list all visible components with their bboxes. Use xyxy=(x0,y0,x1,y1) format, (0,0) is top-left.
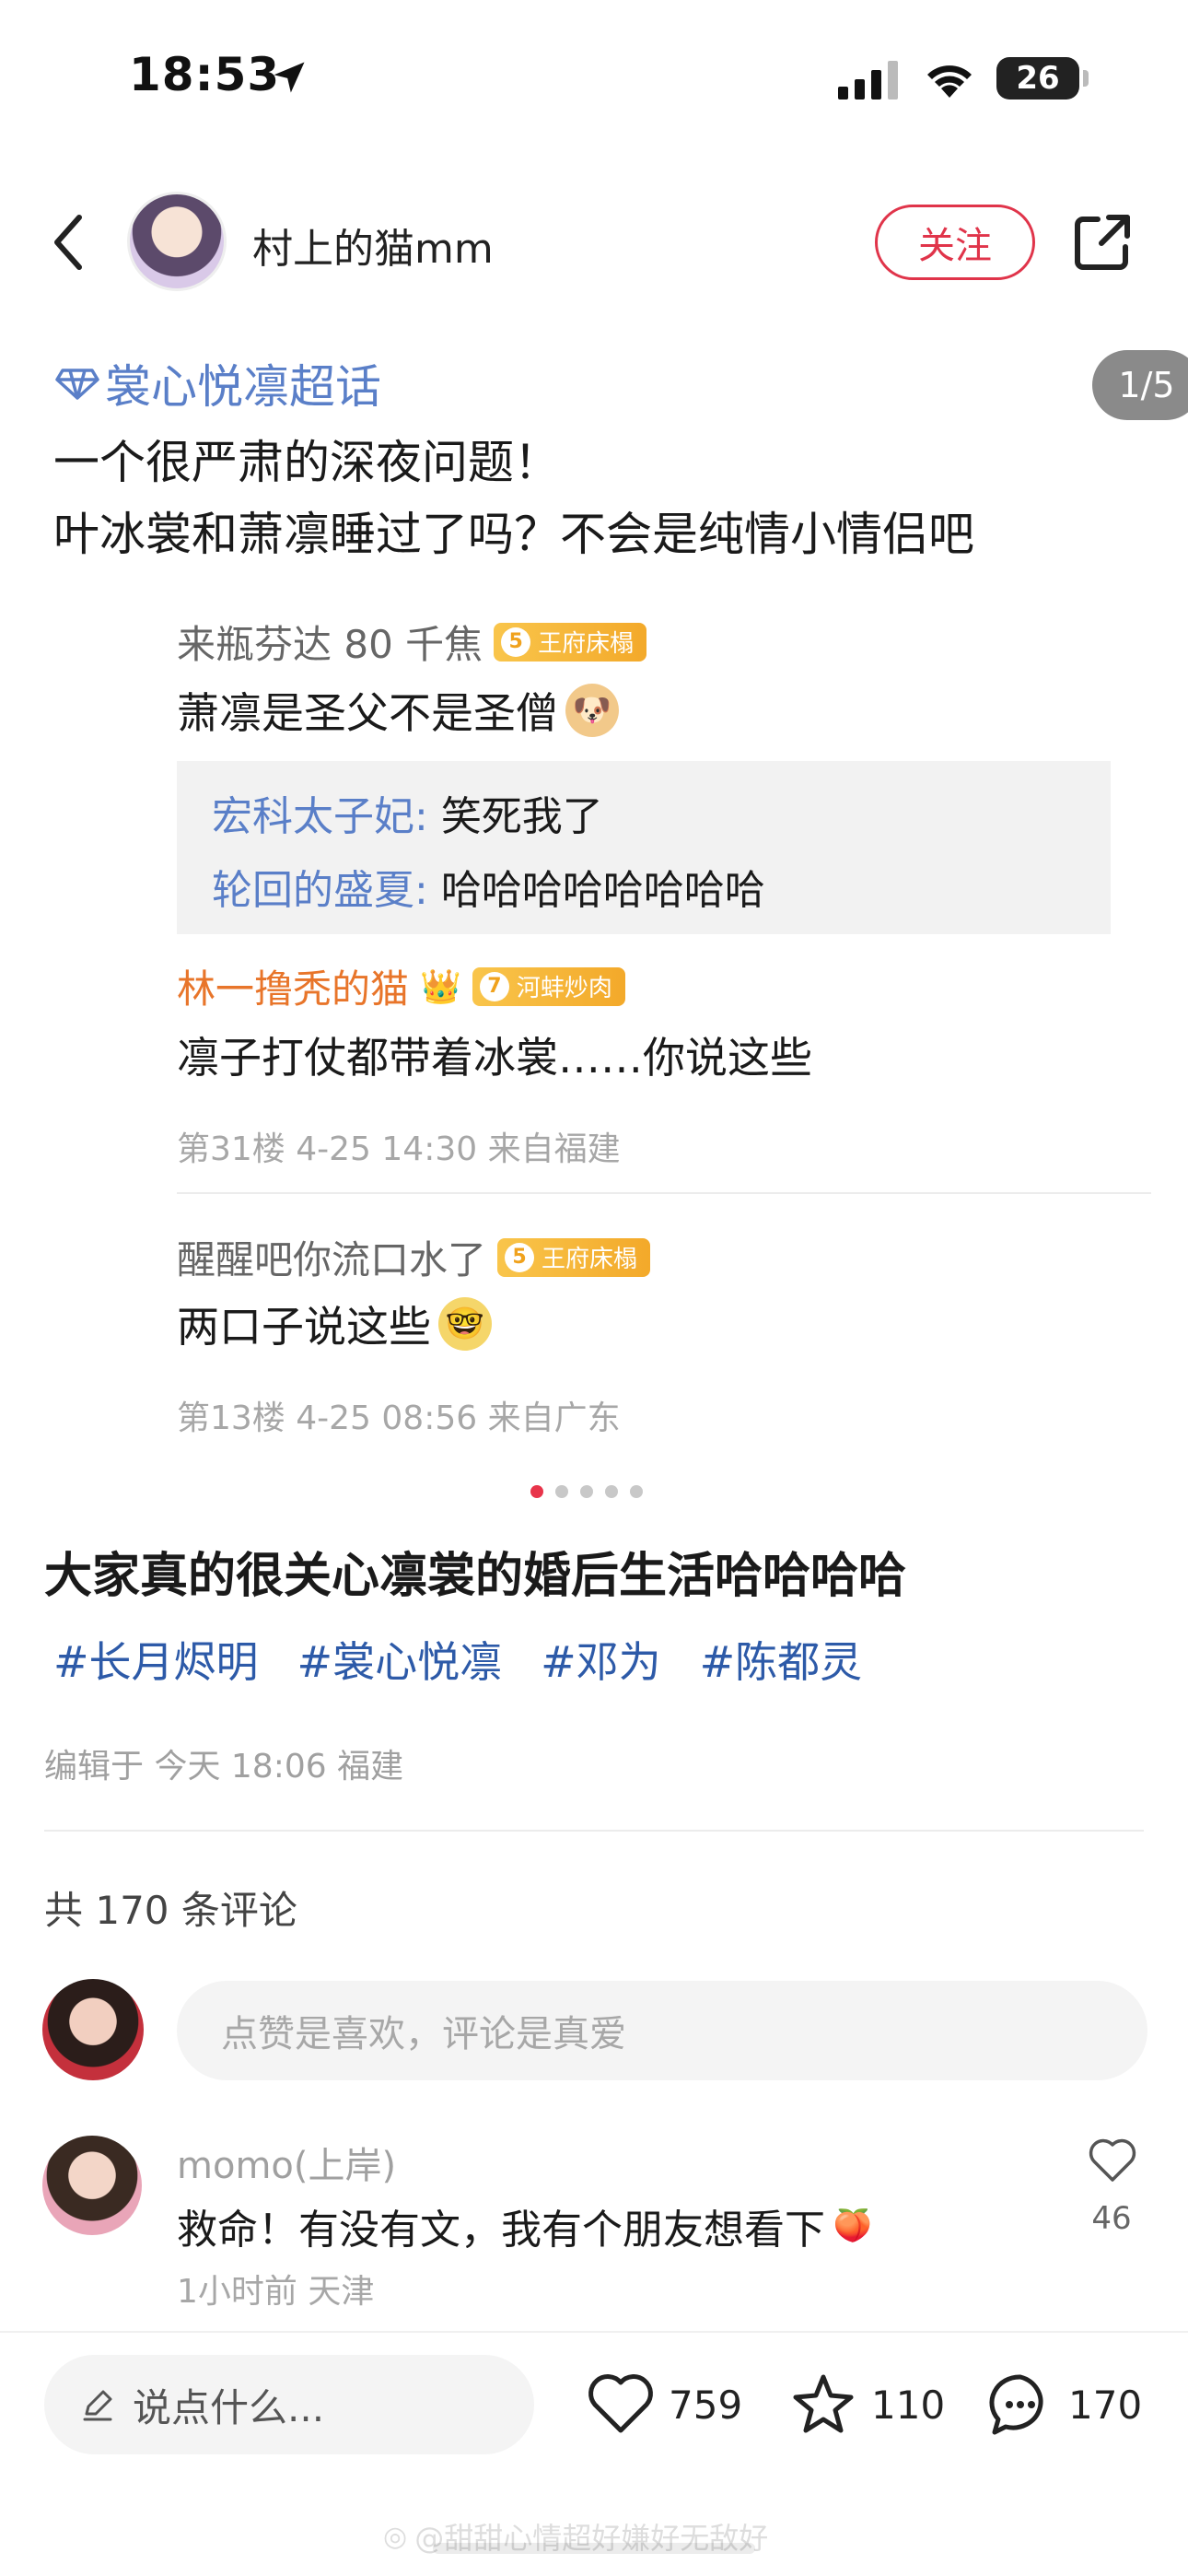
comment-like-count: 46 xyxy=(1091,2200,1132,2237)
wifi-icon xyxy=(927,65,972,98)
reply-text: 哈哈哈哈哈哈哈哈 xyxy=(440,867,765,914)
cellular-signal-icon xyxy=(838,61,898,100)
fan-level-number: 5 xyxy=(505,1242,535,1272)
carousel-dot xyxy=(630,1485,643,1498)
say-something-input[interactable]: 说点什么... xyxy=(44,2355,534,2454)
user-avatar xyxy=(42,1979,144,2080)
reply-item: 宏科太子妃: 笑死我了 xyxy=(212,783,603,842)
reply-separator: : xyxy=(414,793,441,840)
hashtag-list: #长月烬明 #裳心悦凛 #邓为 #陈都灵 xyxy=(53,1629,862,1690)
heart-icon xyxy=(588,2374,653,2433)
hashtag-link[interactable]: #长月烬明 xyxy=(53,1629,259,1690)
comment-count: 共 170 条评论 xyxy=(44,1888,297,1933)
fan-level-badge: 5 王府床榻 xyxy=(497,1237,651,1277)
fan-level-label: 王府床榻 xyxy=(542,1246,638,1273)
peach-emoji-icon: 🍑 xyxy=(833,2207,873,2244)
screenshot-comment-text: 两口子说这些 🤓 xyxy=(177,1294,492,1354)
fan-level-number: 5 xyxy=(501,626,531,657)
battery-indicator: 26 xyxy=(996,57,1089,100)
divider xyxy=(177,1192,1151,1194)
like-heart-icon[interactable] xyxy=(1087,2136,1138,2184)
edit-info: 编辑于 今天 18:06 福建 xyxy=(44,1748,404,1786)
fan-level-label: 王府床榻 xyxy=(538,630,635,658)
reply-item: 轮回的盛夏: 哈哈哈哈哈哈哈哈 xyxy=(212,857,765,916)
author-name[interactable]: 村上的猫mm xyxy=(252,216,494,275)
reply-separator: : xyxy=(414,867,441,914)
screenshot-comment-text: 凛子打仗都带着冰裳……你说这些 xyxy=(177,1033,812,1083)
post-title: 大家真的很关心凛裳的婚后生活哈哈哈哈 xyxy=(44,1549,907,1604)
carousel-dot xyxy=(530,1485,543,1498)
commenter-name[interactable]: momo(上岸) xyxy=(177,2136,396,2189)
carousel-dot xyxy=(580,1485,593,1498)
back-icon[interactable] xyxy=(48,212,88,273)
comment-bubble-icon xyxy=(989,2374,1043,2435)
fan-level-badge: 7 河蚌炒肉 xyxy=(472,966,625,1006)
screenshot-comment-text: 萧凛是圣父不是圣僧 🐶 xyxy=(177,680,619,741)
favorite-count: 110 xyxy=(871,2382,946,2428)
comment-body: 救命！有没有文，我有个朋友想看下 xyxy=(177,2207,825,2254)
hashtag-link[interactable]: #裳心悦凛 xyxy=(297,1629,503,1690)
home-indicator xyxy=(433,2543,755,2554)
comment-meta: 1小时前 天津 xyxy=(177,2273,375,2311)
reply-text: 笑死我了 xyxy=(440,793,603,840)
follow-button[interactable]: 关注 xyxy=(875,205,1035,280)
comment-text: 救命！有没有文，我有个朋友想看下 🍑 xyxy=(177,2196,875,2255)
divider xyxy=(44,1830,1144,1832)
comment-username: 林一撸秃的猫 xyxy=(177,966,410,1012)
screenshot-comment-user: 醒醒吧你流口水了 5 王府床榻 xyxy=(177,1229,651,1285)
comment-text: 两口子说这些 xyxy=(177,1302,431,1352)
screenshot-comment-meta: 第31楼 4-25 14:30 来自福建 xyxy=(177,1130,621,1168)
share-icon[interactable] xyxy=(1070,210,1135,275)
screenshot-comment-meta: 第13楼 4-25 08:56 来自广东 xyxy=(177,1399,621,1437)
image-page-indicator: 1/5 xyxy=(1092,350,1188,420)
status-time: 18:53 xyxy=(129,48,281,101)
pencil-icon xyxy=(83,2390,112,2421)
fan-level-label: 河蚌炒肉 xyxy=(516,975,612,1002)
carousel-dot xyxy=(605,1485,618,1498)
diamond-icon xyxy=(55,369,99,400)
crown-icon: 👑 xyxy=(420,967,461,1006)
comment-input[interactable]: 点赞是喜欢，评论是真爱 xyxy=(177,1981,1147,2080)
topic-tag[interactable]: 裳心悦凛超话 xyxy=(55,350,381,416)
like-count: 759 xyxy=(669,2382,743,2428)
carousel-dots xyxy=(530,1485,643,1498)
topic-tag-label: 裳心悦凛超话 xyxy=(105,360,381,414)
fan-level-badge: 5 王府床榻 xyxy=(494,622,647,662)
hashtag-link[interactable]: #陈都灵 xyxy=(700,1629,863,1690)
battery-level: 26 xyxy=(1016,60,1060,97)
screenshot-comment-user: 来瓶芬达 80 千焦 5 王府床榻 xyxy=(177,614,647,670)
weibo-logo-icon: ◎ xyxy=(383,2520,408,2553)
commenter-avatar[interactable] xyxy=(42,2136,142,2235)
star-icon xyxy=(793,2374,854,2433)
comment-count-bottom: 170 xyxy=(1068,2382,1143,2428)
hashtag-link[interactable]: #邓为 xyxy=(541,1629,661,1690)
comment-username: 醒醒吧你流口水了 xyxy=(177,1237,487,1282)
doge-emoji-icon: 🐶 xyxy=(565,684,619,737)
post-text-line-1: 一个很严肃的深夜问题！ xyxy=(53,436,560,489)
carousel-dot xyxy=(555,1485,568,1498)
location-arrow-icon xyxy=(274,62,305,93)
fan-level-number: 7 xyxy=(479,971,509,1001)
comment-username: 来瓶芬达 80 千焦 xyxy=(177,622,483,667)
author-avatar[interactable] xyxy=(127,192,227,291)
post-text-line-2: 叶冰裳和萧凛睡过了吗？不会是纯情小情侣吧 xyxy=(53,508,974,561)
glasses-emoji-icon: 🤓 xyxy=(438,1297,492,1351)
comment-button[interactable]: 170 xyxy=(985,2370,1142,2440)
reply-username: 宏科太子妃 xyxy=(212,793,414,840)
reply-username: 轮回的盛夏 xyxy=(212,867,414,914)
favorite-button[interactable]: 110 xyxy=(788,2370,945,2440)
say-something-placeholder: 说点什么... xyxy=(133,2384,325,2430)
screenshot-comment-user: 林一撸秃的猫 👑 7 河蚌炒肉 xyxy=(177,958,625,1014)
like-button[interactable]: 759 xyxy=(586,2370,742,2440)
comment-text: 萧凛是圣父不是圣僧 xyxy=(177,688,558,738)
